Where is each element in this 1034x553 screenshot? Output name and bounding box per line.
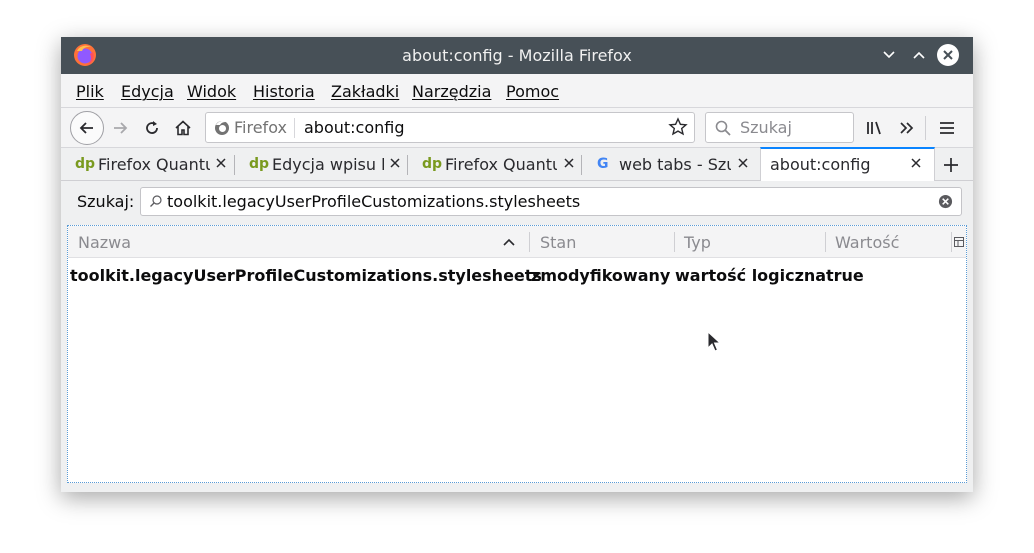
maximize-button[interactable] <box>908 44 930 66</box>
plus-icon <box>944 158 958 172</box>
dp-favicon-icon: dp <box>422 156 443 172</box>
app-menu-button[interactable] <box>937 118 957 138</box>
dp-favicon-icon: dp <box>249 156 270 172</box>
close-tab-icon[interactable] <box>737 157 749 169</box>
menu-pomoc[interactable]: Pomoc <box>506 82 559 101</box>
column-header-name[interactable]: Nazwa <box>78 233 131 252</box>
menu-widok[interactable]: Widok <box>187 82 236 101</box>
menu-zakladki[interactable]: Zakładki <box>331 82 399 101</box>
close-tab-icon[interactable] <box>910 157 922 169</box>
tab-firefox-quantum-1[interactable]: dp Firefox Quantum <box>61 148 235 181</box>
config-search-value[interactable]: toolkit.legacyUserProfileCustomizations.… <box>167 192 580 211</box>
title-bar: about:config - Mozilla Firefox <box>61 37 973 74</box>
close-tab-icon[interactable] <box>563 157 575 169</box>
menu-narzedzia[interactable]: Narzędzia <box>412 82 491 101</box>
menu-bar: Plik Edycja Widok Historia Zakładki Narz… <box>61 74 973 107</box>
window-title: about:config - Mozilla Firefox <box>402 46 632 65</box>
column-separator[interactable] <box>674 232 675 252</box>
search-icon <box>150 195 162 207</box>
about-config-page: Szukaj: toolkit.legacyUserProfileCustomi… <box>61 181 973 492</box>
url-separator <box>294 118 295 138</box>
toolbar-separator <box>925 116 926 140</box>
close-tab-icon[interactable] <box>389 157 401 169</box>
dp-favicon-icon: dp <box>75 156 96 172</box>
column-header-value[interactable]: Wartość <box>835 233 899 252</box>
double-chevron-right-icon <box>900 122 914 134</box>
pref-name-cell: toolkit.legacyUserProfileCustomizations.… <box>70 266 542 285</box>
hamburger-menu-icon <box>940 122 954 134</box>
bookmark-star-icon[interactable] <box>668 117 688 137</box>
forward-button[interactable] <box>109 118 131 138</box>
clear-search-icon[interactable] <box>938 194 953 209</box>
pref-type-cell: wartość logiczna <box>675 266 827 285</box>
search-bar[interactable]: Szukaj <box>705 112 854 143</box>
tab-strip: dp Firefox Quantum dp Edycja wpisu b dp … <box>61 147 973 182</box>
arrow-right-icon <box>114 122 128 134</box>
chevron-up-icon <box>913 51 925 59</box>
home-button[interactable] <box>173 118 193 138</box>
table-row[interactable]: toolkit.legacyUserProfileCustomizations.… <box>68 264 966 288</box>
mouse-cursor-icon <box>707 331 721 352</box>
tab-label: web tabs - Szuk <box>619 155 731 174</box>
config-tree[interactable]: Nazwa Stan Typ Wartość toolkit.legacyUse… <box>67 225 967 483</box>
close-window-button[interactable] <box>937 44 959 66</box>
column-separator[interactable] <box>529 232 530 252</box>
firefox-identity-icon <box>215 120 229 135</box>
minimize-button[interactable] <box>878 44 900 66</box>
tab-label: Firefox Quantum <box>445 155 557 174</box>
sort-ascending-icon <box>503 238 515 246</box>
chevron-down-icon <box>883 51 895 59</box>
identity-label: Firefox <box>234 118 287 137</box>
close-icon <box>943 50 953 60</box>
firefox-window: about:config - Mozilla Firefox Plik Edyc… <box>61 37 973 492</box>
menu-historia[interactable]: Historia <box>253 82 315 101</box>
home-icon <box>175 120 191 136</box>
column-picker-icon[interactable] <box>954 237 964 247</box>
tab-label: Firefox Quantum <box>98 155 210 174</box>
pref-value-cell: true <box>826 266 864 285</box>
column-separator[interactable] <box>825 232 826 252</box>
navigation-toolbar: Firefox about:config Szukaj <box>61 107 973 147</box>
identity-box[interactable]: Firefox <box>214 118 287 137</box>
close-tab-icon[interactable] <box>215 157 227 169</box>
menu-edycja[interactable]: Edycja <box>121 82 174 101</box>
column-separator <box>951 232 952 252</box>
tab-about-config[interactable]: about:config <box>760 147 935 182</box>
column-header-status[interactable]: Stan <box>540 233 576 252</box>
config-search-label: Szukaj: <box>77 192 135 211</box>
url-text[interactable]: about:config <box>304 118 405 137</box>
back-button[interactable] <box>70 111 104 145</box>
search-placeholder: Szukaj <box>740 118 792 137</box>
tab-label: about:config <box>770 155 871 174</box>
config-search-input[interactable]: toolkit.legacyUserProfileCustomizations.… <box>140 187 962 216</box>
google-favicon-icon: G <box>597 156 609 172</box>
tab-web-tabs[interactable]: G web tabs - Szuk <box>582 148 760 181</box>
overflow-button[interactable] <box>897 118 917 138</box>
column-header-type[interactable]: Typ <box>684 233 711 252</box>
tab-edycja-wpisu[interactable]: dp Edycja wpisu b <box>235 148 408 181</box>
pref-status-cell: zmodyfikowany <box>531 266 671 285</box>
reload-icon <box>146 121 158 134</box>
arrow-left-icon <box>79 122 93 134</box>
url-bar[interactable]: Firefox about:config <box>205 112 695 143</box>
library-icon <box>867 121 881 135</box>
tab-firefox-quantum-2[interactable]: dp Firefox Quantum <box>408 148 582 181</box>
reload-button[interactable] <box>142 118 162 138</box>
library-button[interactable] <box>865 118 885 138</box>
tab-label: Edycja wpisu b <box>272 155 384 174</box>
new-tab-button[interactable] <box>941 155 961 175</box>
tree-header: Nazwa Stan Typ Wartość <box>68 226 966 258</box>
search-icon <box>715 120 731 136</box>
menu-plik[interactable]: Plik <box>76 82 104 101</box>
